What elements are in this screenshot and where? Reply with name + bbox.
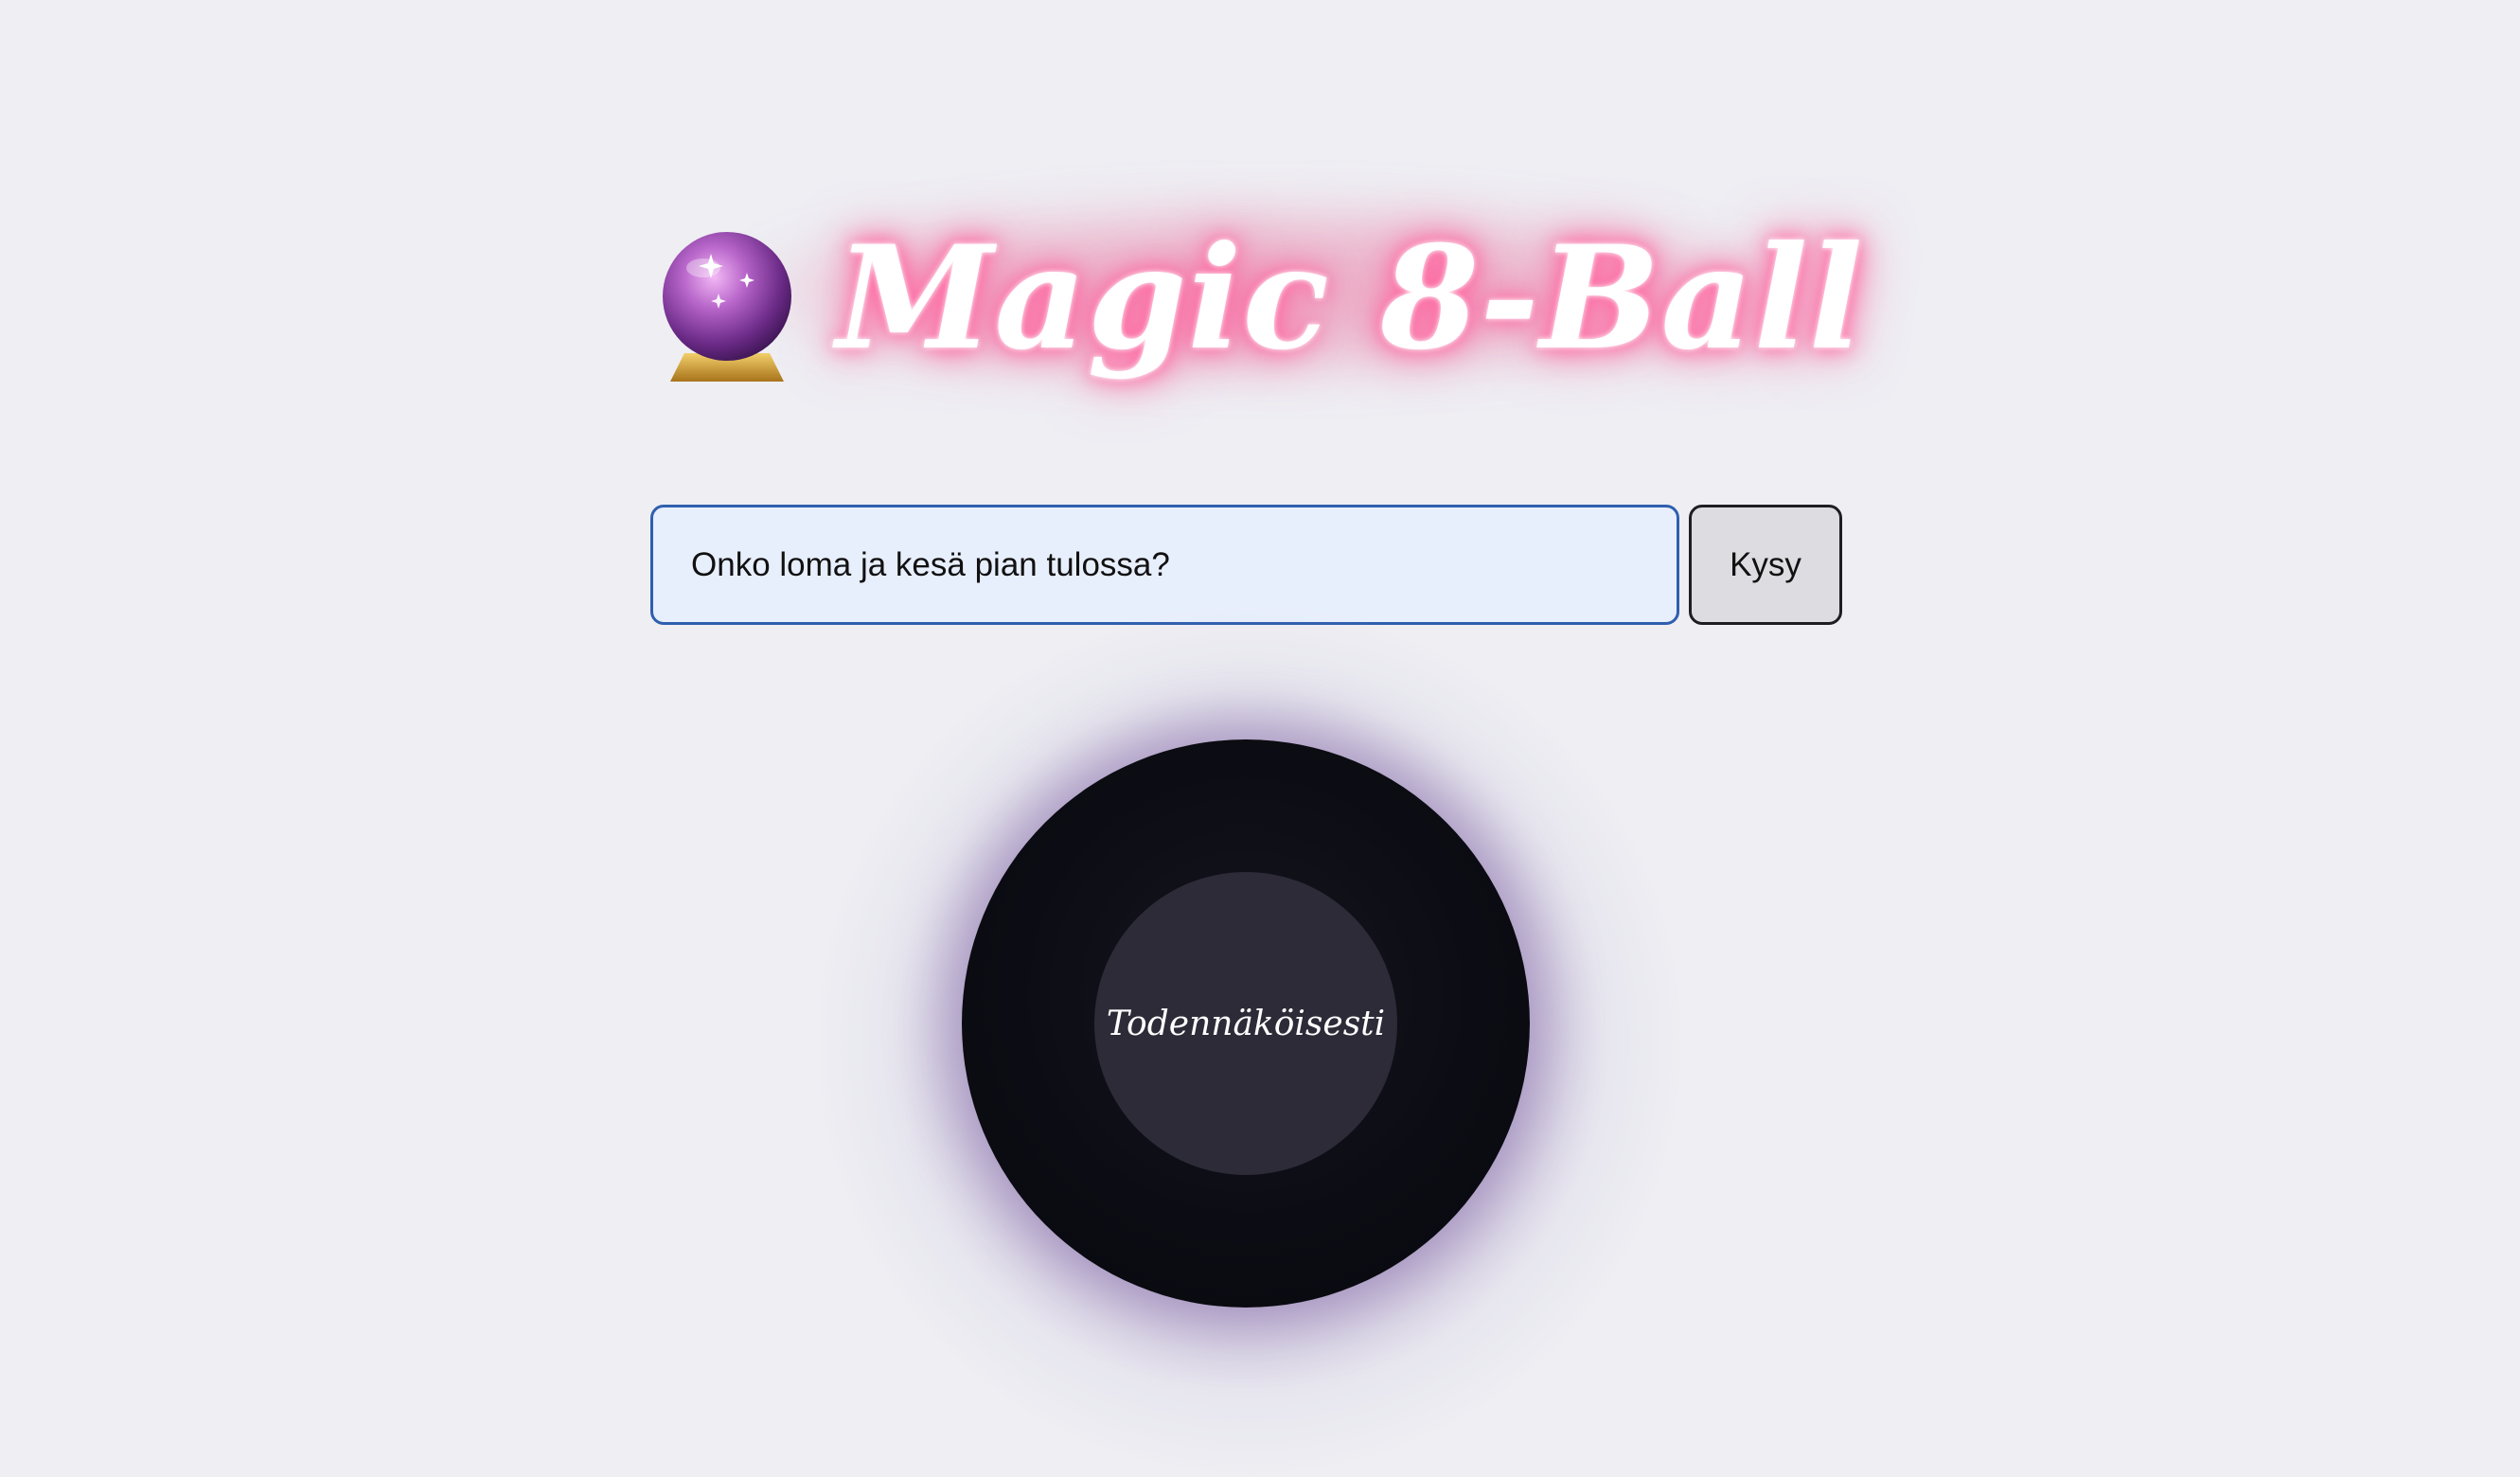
title-row: Magic 8-Ball <box>656 215 1863 382</box>
title-header: Magic 8-Ball <box>0 161 2520 436</box>
magic-8-ball[interactable]: Todennäköisesti <box>962 739 1530 1308</box>
page-title: Magic 8-Ball <box>836 215 1864 382</box>
ask-button[interactable]: Kysy <box>1689 505 1842 625</box>
crystal-ball-icon <box>663 232 792 382</box>
ball-answer-window: Todennäköisesti <box>1094 872 1397 1175</box>
question-input[interactable] <box>650 505 1679 625</box>
answer-text: Todennäköisesti <box>1106 1004 1386 1043</box>
